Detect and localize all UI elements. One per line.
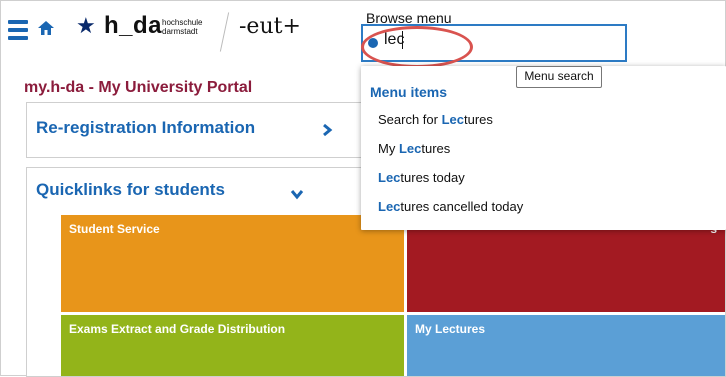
dropdown-item-search-lectures[interactable]: Search for Lectures xyxy=(378,112,493,127)
reregistration-title[interactable]: Re-registration Information xyxy=(36,118,255,138)
highlight-ellipse xyxy=(361,26,473,68)
tile-label: My Lectures xyxy=(415,322,486,336)
dropdown-item-lectures-today[interactable]: Lectures today xyxy=(378,170,465,185)
menu-search-tooltip: Menu search xyxy=(516,66,602,88)
dropdown-heading: Menu items xyxy=(370,84,448,100)
chevron-right-icon[interactable] xyxy=(319,122,335,138)
menu-search-dropdown: Menu items Search for Lectures My Lectur… xyxy=(361,66,726,230)
eut-logo: -eut+ xyxy=(239,14,301,39)
tile-my-lectures[interactable]: My Lectures xyxy=(407,315,725,376)
quicklinks-title[interactable]: Quicklinks for students xyxy=(36,180,225,200)
tile-label: Exams Extract and Grade Distribution xyxy=(69,322,286,336)
favorites-star-icon[interactable]: ★ xyxy=(76,14,96,39)
dropdown-item-my-lectures[interactable]: My Lectures xyxy=(378,141,450,156)
dropdown-item-lectures-cancelled[interactable]: Lectures cancelled today xyxy=(378,199,523,214)
hda-logo[interactable]: h_da xyxy=(104,12,162,40)
page-title: my.h-da - My University Portal xyxy=(24,79,253,96)
chevron-down-icon[interactable] xyxy=(289,186,305,202)
tile-exams-extract[interactable]: Exams Extract and Grade Distribution xyxy=(61,315,404,376)
hda-logo-subtitle: hochschule darmstadt xyxy=(162,18,203,36)
home-icon[interactable] xyxy=(37,19,55,37)
hamburger-menu-icon[interactable] xyxy=(8,20,28,40)
tile-label: Student Service xyxy=(69,222,160,236)
tile-student-service[interactable]: Student Service xyxy=(61,215,404,312)
